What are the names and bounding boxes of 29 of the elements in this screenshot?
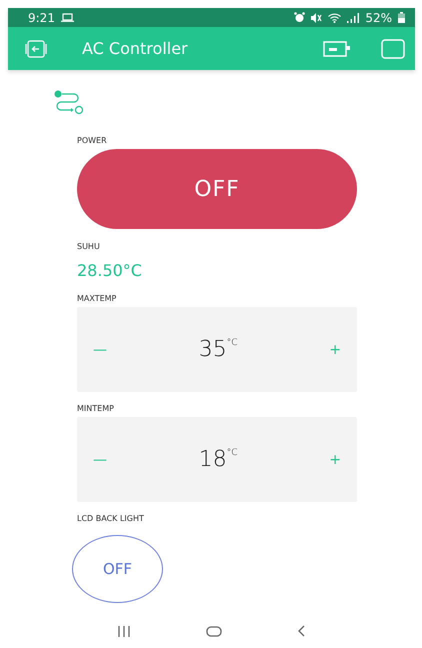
widget-label: SUHU (77, 242, 100, 251)
signal-icon (347, 12, 360, 22)
widget-label: MAXTEMP (77, 294, 116, 303)
home-icon[interactable] (206, 626, 222, 636)
unit-label: °C (226, 448, 238, 458)
stepper-value: 35 (198, 337, 227, 362)
increase-button[interactable]: + (329, 342, 341, 358)
recent-apps-icon[interactable] (117, 626, 132, 636)
widget-label: POWER (77, 136, 107, 145)
increase-button[interactable]: + (329, 452, 341, 468)
power-button[interactable]: OFF (77, 149, 357, 229)
clock: 9:21 (28, 10, 55, 24)
temperature-value: 28.50°C (77, 261, 142, 280)
unit-label: °C (226, 338, 238, 348)
app-title: AC Controller (82, 39, 189, 58)
widget-label: MINTEMP (77, 404, 114, 413)
decrease-button[interactable]: — (93, 452, 107, 468)
laptop-icon (60, 13, 74, 22)
battery-percentage: 52% (365, 10, 392, 24)
back-icon[interactable] (296, 625, 305, 637)
backlight-button[interactable]: OFF (72, 535, 163, 603)
widget-label: LCD BACK LIGHT (77, 514, 144, 523)
decrease-button[interactable]: — (93, 342, 107, 358)
battery-icon (398, 12, 405, 23)
route-icon (53, 90, 85, 116)
stepper-value: 18 (198, 447, 227, 472)
mute-icon (311, 12, 322, 22)
alarm-icon (294, 12, 306, 23)
wifi-icon (328, 12, 342, 22)
